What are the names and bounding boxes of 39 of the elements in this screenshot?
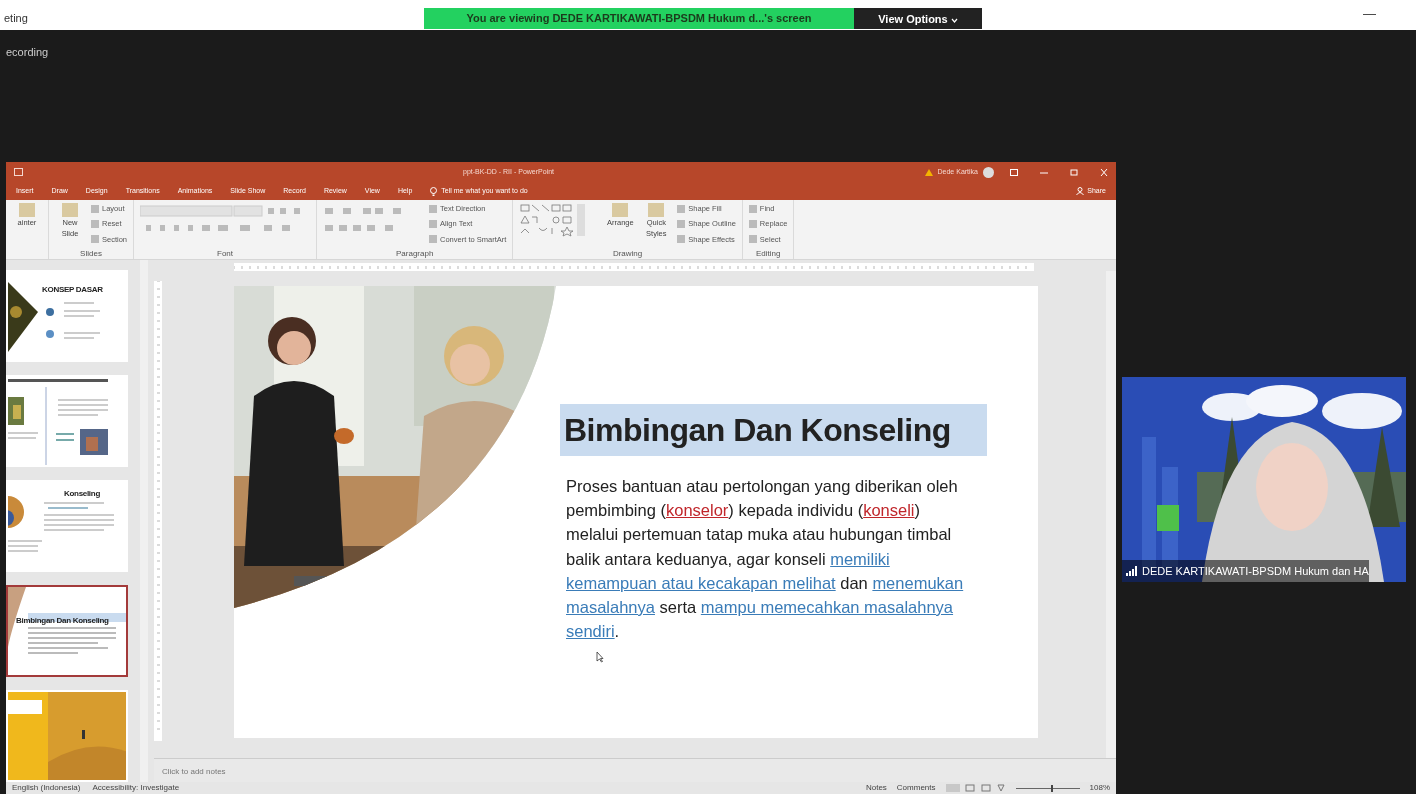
save-icon bbox=[14, 168, 23, 176]
group-label: Paragraph bbox=[395, 249, 435, 259]
slide-thumbnail[interactable]: KONSEP DASAR bbox=[6, 270, 128, 362]
lightbulb-icon bbox=[430, 186, 438, 196]
view-buttons-drawing bbox=[945, 784, 1006, 792]
person-icon bbox=[1076, 187, 1085, 195]
recording-label: ecording bbox=[6, 46, 49, 58]
close-icon bbox=[1100, 168, 1108, 176]
group-label: Editing bbox=[754, 249, 782, 259]
thumbnail-title: KONSEP DASAR bbox=[42, 284, 103, 296]
slider-thumb[interactable] bbox=[1050, 784, 1053, 792]
screen-share-banner: You are viewing DEDE KARTIKAWATI-BPSDM Hukum d...'s screen bbox=[424, 8, 854, 29]
caret-icon bbox=[950, 17, 958, 23]
thumbnail-title: Bimbingan Dan Konseling bbox=[16, 615, 109, 627]
comments-button[interactable]: Comments bbox=[896, 782, 936, 794]
avatar-icon bbox=[983, 166, 994, 178]
accessibility-status[interactable]: Accessibility: Investigate bbox=[92, 782, 180, 794]
ribbon-display-icon bbox=[1010, 168, 1018, 176]
window-title: eting bbox=[4, 11, 28, 26]
slide-thumbnail[interactable]: Bimbingan Dan Konseling bbox=[6, 585, 128, 677]
notes-button[interactable]: Notes bbox=[865, 782, 887, 794]
language-status[interactable]: English (Indonesia) bbox=[12, 782, 81, 794]
group-label: Drawing bbox=[611, 249, 644, 259]
slide-thumbnail[interactable]: Konseling bbox=[6, 480, 128, 572]
slide-title: Bimbingan Dan Konseling bbox=[560, 404, 987, 456]
group-label: Slides bbox=[79, 249, 103, 259]
mouse-pointer-icon bbox=[596, 651, 604, 664]
warning-icon bbox=[924, 168, 933, 176]
slide-paragraph: Proses bantuan atau pertolongan yang diberikan oleh pembimbing (konselor) kepada individu (konseli) melalui pertemuan tatap muka atau hubungan timbal balik antara keduanya, agar konseli memiliki kemampuan atau kecakapan melihat dan menemukan masalahnya serta mampu memecahkan masalahnya sendiri. bbox=[566, 476, 965, 643]
minimize-button[interactable]: — bbox=[1363, 4, 1376, 24]
signal-icon bbox=[1126, 566, 1138, 576]
scrollbar[interactable] bbox=[140, 260, 148, 782]
restore-icon bbox=[1070, 168, 1078, 176]
participant-name: DEDE KARTIKAWATI-BPSDM Hukum dan HA bbox=[1142, 564, 1369, 579]
thumbnail-title: Konseling bbox=[64, 488, 100, 500]
scrollbar[interactable] bbox=[1106, 271, 1116, 758]
group-label: Font bbox=[216, 249, 235, 259]
view-options-button[interactable]: View Options bbox=[854, 8, 982, 29]
zoom-level[interactable]: 108% bbox=[1089, 782, 1110, 794]
